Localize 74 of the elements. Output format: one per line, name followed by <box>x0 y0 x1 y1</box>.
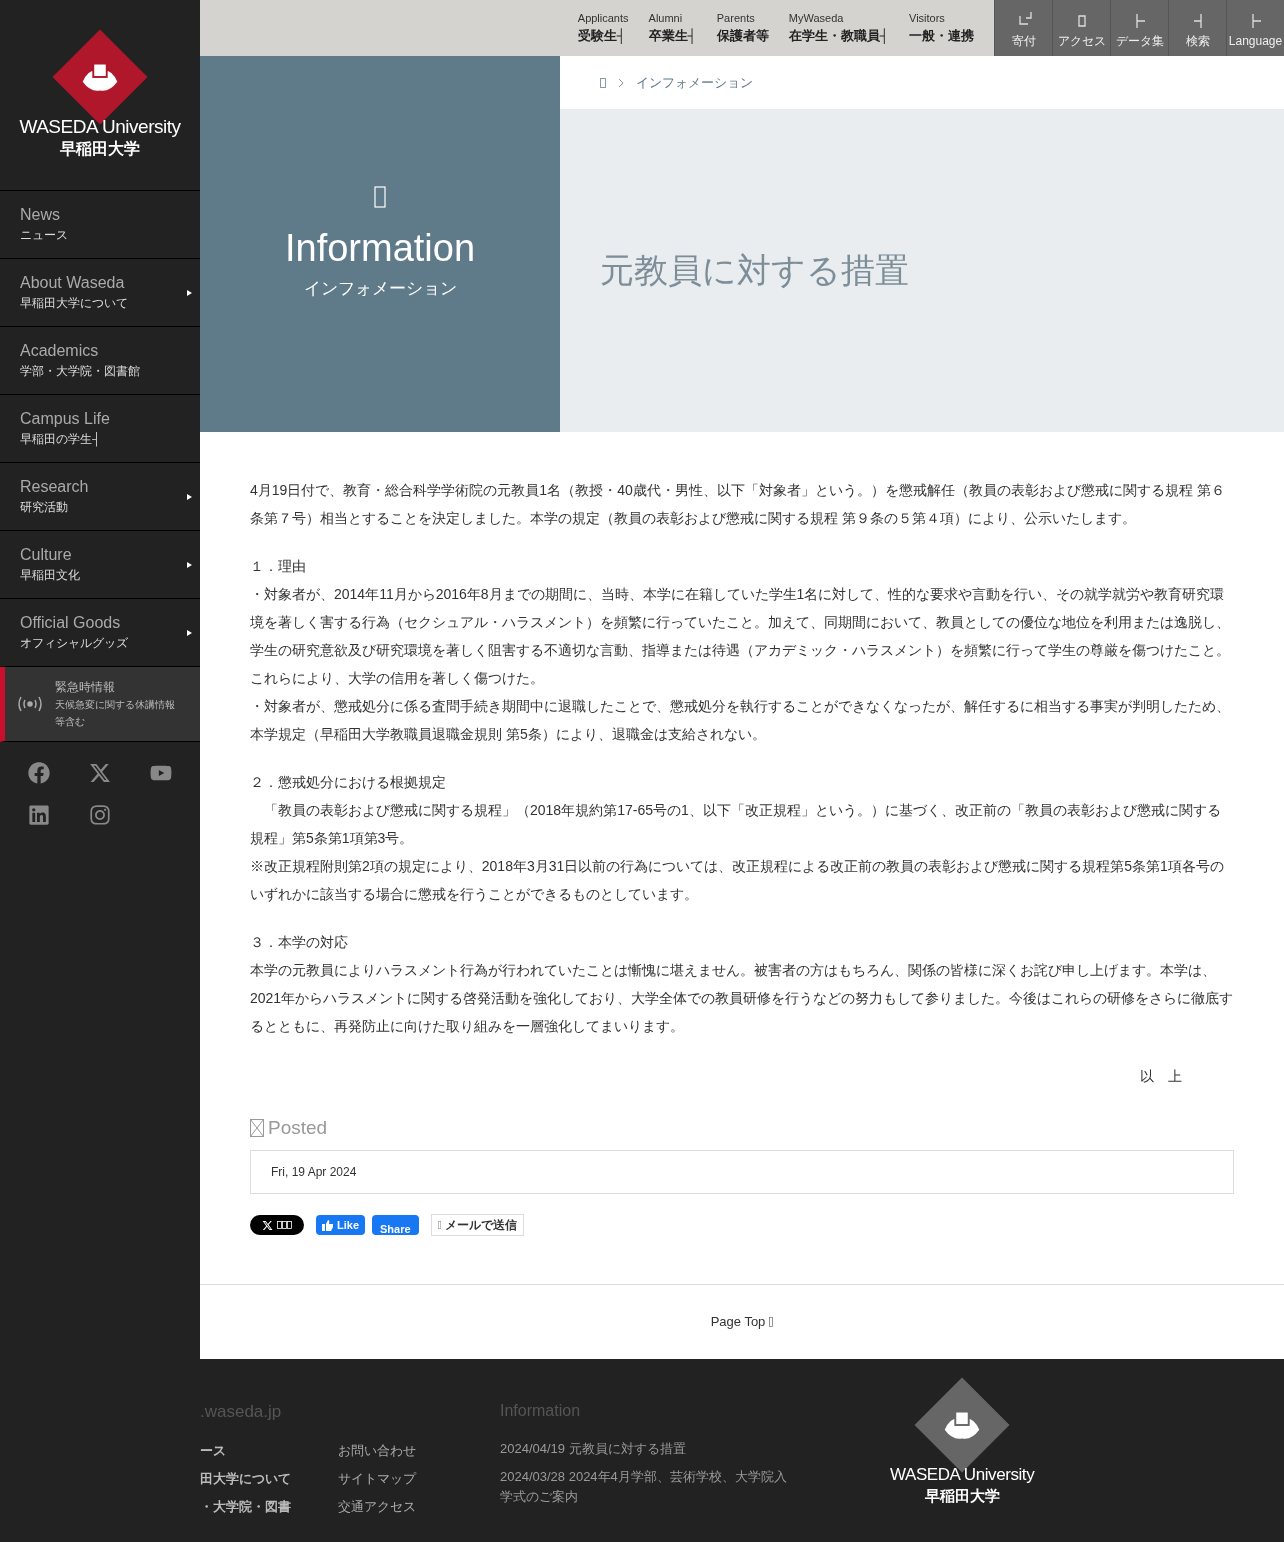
logo-wordmark[interactable]: WASEDA University <box>19 117 181 137</box>
email-share-button[interactable]: メールで送信 <box>430 1214 524 1236</box>
nav-item-japanese: オフィシャルグッズ <box>20 634 128 652</box>
missing-glyph-icon <box>769 1317 774 1327</box>
nav-item-japanese: 早稲田大学について <box>20 294 128 312</box>
page-top-link[interactable]: Page Top <box>710 1312 774 1332</box>
footer-logo-wordmark: WASEDA University <box>890 1465 1035 1485</box>
category-subtitle: インフォメーション <box>303 278 457 301</box>
missing-glyph-icon <box>374 186 386 209</box>
audience-link[interactable]: MyWaseda 在学生・教職員┤ <box>788 10 889 46</box>
nav-item-japanese: 早稲田の学生┤ <box>20 430 102 449</box>
emergency-description: 天候急変に関する休講情報等含む <box>55 697 176 729</box>
nav-item-english: Research <box>20 476 89 497</box>
footer-link[interactable]: ・大学院・図書 <box>200 1496 338 1517</box>
toolbar-button[interactable]: 検索 <box>1168 0 1226 56</box>
footer-logo-japanese-name: 早稲田大学 <box>924 1486 1000 1506</box>
x-logo-icon[interactable] <box>89 762 111 784</box>
article-paragraph: ・対象者が、2014年11月から2016年8月までの期間に、当時、本学に在籍していた学生1名に対して、性的な要求や言動を行い、その就学就労や教育研究環境を著しく害する行為（セクシュアル・ハラスメント）を頻繁に行っていたこと。加えて、同期間において、教員としての優位な地位を利用または逸脱し、学生の研究意欲及び研究環境を著しく阻害する不適切な言動、指導または待遇（アカデミック・ハラスメント）を頻繁に行って学生の尊厳を傷つけたこと。これらにより、大学の信用を著しく傷つけた。 <box>250 585 1231 688</box>
footer-news-link[interactable]: 2024/03/28 2024年4月学部、芸術学校、大学院入学式のご案内 <box>500 1467 790 1507</box>
nav-item-japanese: ニュース <box>20 226 68 244</box>
nav-item-japanese: 早稲田文化 <box>20 566 80 584</box>
article-paragraph: 本学の元教員によりハラスメント行為が行われていたことは慚愧に堪えません。被害者の方はもちろん、関係の皆様に深くお詫び申し上げます。本学は、2021年からハラスメントに関する啓発活動を強化しており、大学全体での教員研修を行うなどの努力もして参りました。今後はこれらの研修をさらに徹底するとともに、再発防止に向けた取り組みを一層強化してまいります。 <box>250 961 1234 1036</box>
article-title: 元教員に対する措置 <box>600 250 909 291</box>
audience-link[interactable]: Alumni 卒業生┤ <box>648 10 697 46</box>
thumbs-up-icon <box>322 1219 333 1231</box>
x-post-button[interactable] <box>250 1215 304 1235</box>
article-paragraph: ・対象者が、懲戒処分に係る査問手続き期間中に退職したことで、懲戒処分を執行することができなくなったが、解任するに相当する事実が判明したため、本学規定（早稲田大学教職員退職金規則 第5条）により、退職金は支給されない。 <box>250 697 1231 744</box>
section-heading: １．理由 <box>250 557 307 576</box>
breadcrumb-link[interactable]: インフォメーション <box>636 72 753 93</box>
article-paragraph: ※改正規程附則第2項の規定により、2018年3月31日以前の行為については、改正規程による改正前の教員の表彰および懲戒に関する規程第5条第1項各号のいずれかに該当する場合に懲戒を行うことができるものとしています。 <box>250 857 1225 904</box>
nav-item-english: Culture <box>20 544 73 565</box>
article-paragraph: 「教員の表彰および懲戒に関する規程」（2018年規約第17-65号の1、以下「改正規程」という。）に基づく、改正前の「教員の表彰および懲戒に関する規程」第5条第1項第3号。 <box>250 801 1222 848</box>
footer-link[interactable]: ース <box>200 1440 338 1461</box>
x-logo-icon <box>261 1219 273 1231</box>
footer-news-link[interactable]: 2024/04/19 元教員に対する措置 <box>500 1439 790 1459</box>
emergency-info-panel[interactable]: 緊急時情報 天候急変に関する休講情報等含む <box>0 667 200 742</box>
toolbar-button[interactable]: 寄付 <box>994 0 1052 56</box>
posted-label: Posted <box>268 1116 328 1140</box>
nav-item-english: Academics <box>20 340 100 361</box>
emergency-title: 緊急時情報 <box>55 678 116 696</box>
missing-glyph-icon <box>437 1221 441 1229</box>
linkedin-icon[interactable] <box>28 804 50 826</box>
audience-link[interactable]: Parents 保護者等 <box>716 10 769 46</box>
posted-date-box: Fri, 19 Apr 2024 <box>250 1150 1234 1194</box>
audience-link[interactable]: Applicants 受験生┤ <box>577 10 629 46</box>
nav-item-english: Campus Life <box>20 408 110 429</box>
nav-item-english: News <box>20 204 61 225</box>
facebook-like-button[interactable]: Like <box>316 1215 365 1235</box>
nav-item-english: About Waseda <box>20 272 126 293</box>
nav-item-japanese: 学部・大学院・図書館 <box>20 362 140 380</box>
chevron-right-icon <box>618 77 624 88</box>
missing-glyph-icon <box>250 1119 264 1137</box>
toolbar-button[interactable]: Language <box>1226 0 1284 56</box>
broadcast-icon <box>17 695 43 713</box>
nav-item-japanese: 研究活動 <box>20 498 69 516</box>
section-heading: ３．本学の対応 <box>250 933 349 952</box>
toolbar-button[interactable]: アクセス <box>1052 0 1110 56</box>
facebook-icon[interactable] <box>28 762 50 784</box>
facebook-share-button[interactable]: Share <box>372 1215 419 1235</box>
category-title: Information <box>284 226 476 272</box>
footer-link[interactable]: 交通アクセス <box>338 1496 416 1517</box>
section-heading: ２．懲戒処分における根拠規定 <box>250 773 447 792</box>
footer-link[interactable]: 田大学について <box>200 1468 338 1489</box>
footer-link[interactable]: サイトマップ <box>338 1468 416 1489</box>
missing-glyph-icon <box>276 1221 293 1229</box>
footer-link[interactable]: お問い合わせ <box>338 1440 416 1461</box>
closing-remark: 以 上 <box>1140 1067 1182 1086</box>
audience-link[interactable]: Visitors 一般・連携 <box>909 10 974 46</box>
toolbar-button[interactable]: データ集 <box>1110 0 1168 56</box>
article-paragraph: 4月19日付で、教育・総合科学学術院の元教員1名（教授・40歳代・男性、以下「対象者」という。）を懲戒解任（教員の表彰および懲戒に関する規程 第６条第７号）相当とすることを決定しました。本学の規定（教員の表彰および懲戒に関する規程 第９条の５第４項）により、公示いたします。 <box>250 481 1226 528</box>
logo-japanese-name: 早稲田大学 <box>60 139 140 159</box>
instagram-icon[interactable] <box>89 804 111 826</box>
nav-item-english: Official Goods <box>20 612 122 633</box>
home-glyph-icon[interactable] <box>600 77 606 88</box>
